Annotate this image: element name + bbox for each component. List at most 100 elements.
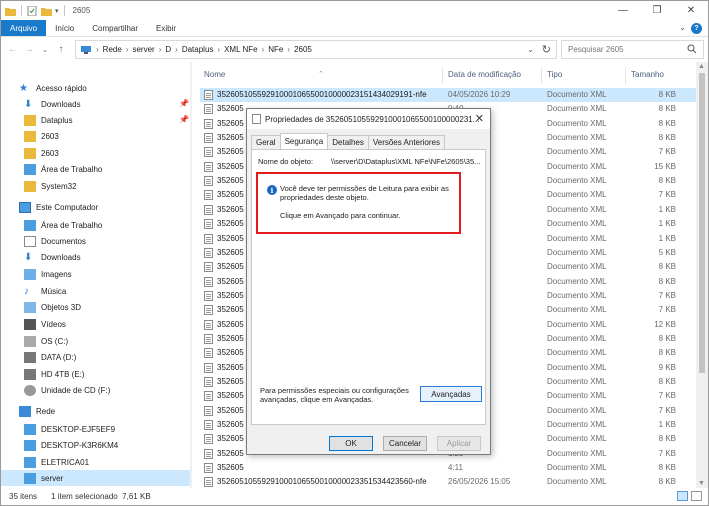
file-type: Documento XML	[547, 333, 607, 343]
file-name: 352605	[217, 118, 244, 128]
qat-dropdown-icon[interactable]: ▾	[55, 7, 59, 15]
address-dropdown-icon[interactable]: ⌄	[527, 45, 534, 54]
tab-inicio[interactable]: Início	[46, 20, 83, 36]
xml-file-icon	[204, 90, 213, 100]
file-size: 8 KB	[658, 276, 676, 286]
file-list-scrollbar[interactable]: ▲ ▼	[696, 62, 708, 488]
tab-seguranca[interactable]: Segurança	[279, 133, 329, 149]
details-view-icon[interactable]	[677, 491, 688, 501]
pin-icon[interactable]: 📌	[179, 99, 189, 108]
sidebar-item-drive-d[interactable]: DATA (D:)	[24, 349, 76, 365]
cancel-button[interactable]: Cancelar	[383, 436, 427, 451]
large-icons-view-icon[interactable]	[691, 491, 702, 501]
sidebar-item-dataplus[interactable]: Dataplus	[24, 112, 73, 128]
sidebar-item-server[interactable]: server	[1, 470, 190, 486]
drive-icon	[24, 368, 36, 380]
breadcrumb-nfe[interactable]: NFe	[268, 45, 283, 54]
sidebar-item-3d-objects[interactable]: Objetos 3D	[24, 299, 81, 315]
sidebar-item-music[interactable]: ♪ Música	[24, 283, 66, 299]
sidebar-item-desktop-ejf5ef9[interactable]: DESKTOP-EJF5EF9	[24, 421, 115, 437]
file-type: Documento XML	[547, 477, 607, 487]
close-icon[interactable]: ✕	[674, 1, 708, 20]
back-icon[interactable]: ←	[5, 44, 21, 55]
recent-locations-icon[interactable]: ⌄	[37, 46, 53, 54]
xml-file-icon	[204, 204, 213, 215]
sidebar-item-desktop[interactable]: Área de Trabalho	[24, 161, 102, 177]
ok-button[interactable]: OK	[329, 436, 373, 451]
sidebar-scrollbar[interactable]	[190, 62, 192, 488]
scroll-up-icon[interactable]: ▲	[698, 63, 705, 70]
advanced-button[interactable]: Avançadas	[420, 386, 482, 402]
minimize-icon[interactable]: —	[606, 1, 640, 20]
sidebar-item-images[interactable]: Imagens	[24, 266, 72, 282]
file-type: Documento XML	[547, 434, 607, 444]
breadcrumb-server[interactable]: server	[132, 45, 154, 54]
table-row[interactable]: 3526051055929100010655001000002315143402…	[200, 88, 696, 102]
scroll-thumb[interactable]	[699, 73, 705, 373]
sidebar-quick-access[interactable]: ★ Acesso rápido	[19, 80, 87, 96]
breadcrumb-xml-nfe[interactable]: XML NFe	[224, 45, 258, 54]
file-name: 352605	[217, 405, 244, 415]
breadcrumb-rede[interactable]: Rede	[103, 45, 122, 54]
sidebar-item-drive-c[interactable]: OS (C:)	[24, 333, 68, 349]
xml-file-icon	[204, 477, 213, 488]
sidebar-item-downloads[interactable]: ⬇ Downloads	[24, 96, 81, 112]
dialog-close-icon[interactable]: ✕	[475, 112, 484, 125]
sidebar-item-2603[interactable]: 2603	[24, 128, 59, 144]
file-type: Documento XML	[547, 405, 607, 415]
xml-file-icon	[204, 434, 213, 445]
sidebar-item-desktop-k3r6km4[interactable]: DESKTOP-K3R6KM4	[24, 437, 118, 453]
file-name: 352605	[217, 104, 244, 114]
xml-file-icon	[204, 333, 213, 344]
column-size[interactable]: Tamanho	[631, 70, 664, 79]
sidebar-this-pc[interactable]: Este Computador	[19, 199, 98, 215]
file-name: 352605	[217, 434, 244, 444]
breadcrumb-dataplus[interactable]: Dataplus	[182, 45, 214, 54]
tab-arquivo[interactable]: Arquivo	[1, 20, 47, 36]
forward-icon[interactable]: →	[21, 44, 37, 55]
breadcrumb-d[interactable]: D	[165, 45, 171, 54]
file-date: 4:11	[448, 463, 463, 473]
column-name[interactable]: Nome	[204, 70, 225, 79]
help-icon[interactable]: ?	[691, 23, 702, 34]
sidebar-item-eletrica01[interactable]: ELETRICA01	[24, 454, 89, 470]
properties-icon[interactable]	[27, 5, 38, 16]
column-date[interactable]: Data de modificação	[448, 70, 521, 79]
file-name: 3526051055929100010655001000002335153442…	[217, 477, 427, 487]
maximize-icon[interactable]: ❐	[640, 1, 674, 20]
scroll-down-icon[interactable]: ▼	[698, 480, 705, 487]
file-type: Documento XML	[547, 420, 607, 430]
table-row[interactable]: 352605 4:11 Documento XML 8 KB	[200, 461, 696, 475]
tab-versoes-anteriores[interactable]: Versões Anteriores	[367, 135, 445, 149]
sidebar-item-videos[interactable]: Vídeos	[24, 316, 66, 332]
tab-detalhes[interactable]: Detalhes	[327, 135, 369, 149]
sidebar-item-downloads[interactable]: ⬇ Downloads	[24, 249, 81, 265]
tab-exibir[interactable]: Exibir	[147, 20, 185, 36]
table-row[interactable]: 3526051055929100010655001000002335153442…	[200, 475, 696, 488]
column-type[interactable]: Tipo	[547, 70, 562, 79]
sidebar-item-desktop[interactable]: Área de Trabalho	[24, 217, 102, 233]
sidebar-item-documents[interactable]: Documentos	[24, 233, 86, 249]
pin-icon[interactable]: 📌	[179, 115, 189, 124]
search-input[interactable]: Pesquisar 2605	[561, 40, 704, 59]
sidebar-item-drive-e[interactable]: HD 4TB (E:)	[24, 366, 85, 382]
tab-compartilhar[interactable]: Compartilhar	[83, 20, 147, 36]
up-icon[interactable]: ↑	[53, 44, 69, 55]
expand-ribbon-icon[interactable]: ⌄	[679, 23, 686, 32]
file-name: 352605	[217, 420, 244, 430]
file-type: Documento XML	[547, 391, 607, 401]
computer-icon	[24, 439, 36, 451]
file-name: 352605	[217, 319, 244, 329]
navigation-bar: ← → ⌄ ↑ › Rede › server › D › Dataplus › XML…	[1, 37, 708, 62]
sidebar-item-drive-f[interactable]: Unidade de CD (F:)	[24, 382, 110, 398]
address-bar[interactable]: › Rede › server › D › Dataplus › XML NFe › NF…	[75, 40, 557, 59]
file-type: Documento XML	[547, 147, 607, 157]
sidebar-network[interactable]: Rede	[19, 403, 55, 419]
breadcrumb-2605[interactable]: 2605	[294, 45, 312, 54]
refresh-icon[interactable]: ↻	[542, 43, 551, 56]
sidebar-item-2603[interactable]: 2603	[24, 145, 59, 161]
sidebar-item-system32[interactable]: System32	[24, 178, 77, 194]
apply-button[interactable]: Aplicar	[437, 436, 481, 451]
tab-geral[interactable]: Geral	[251, 135, 281, 149]
new-folder-icon[interactable]	[41, 6, 52, 16]
